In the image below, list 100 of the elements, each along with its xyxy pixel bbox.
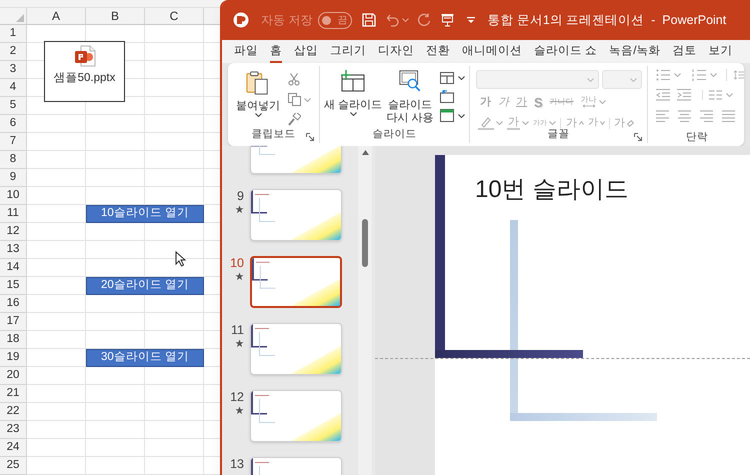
caret-icon bbox=[350, 112, 356, 116]
layout-icon bbox=[440, 72, 454, 84]
row-header[interactable]: 18 bbox=[0, 331, 27, 349]
slide-title: 10번 슬라이드 bbox=[475, 175, 628, 205]
row-header[interactable]: 13 bbox=[0, 241, 27, 259]
customize-toolbar-icon[interactable] bbox=[467, 16, 476, 24]
row-header[interactable]: 9 bbox=[0, 169, 27, 187]
window-title: 통합 문서1의 프레젠테이션 - PowerPoint bbox=[487, 12, 726, 29]
mouse-pointer-icon bbox=[175, 251, 186, 267]
paste-button[interactable]: 붙여넣기 bbox=[234, 70, 282, 126]
eraser-icon bbox=[627, 120, 634, 126]
caret-icon bbox=[549, 121, 556, 125]
row-header[interactable]: 25 bbox=[0, 457, 27, 475]
slide-number: 12 bbox=[230, 390, 244, 404]
reset-icon[interactable] bbox=[440, 90, 454, 103]
up-chevron-icon bbox=[579, 121, 584, 125]
ribbon-tab[interactable]: 디자인 bbox=[378, 42, 414, 63]
row-header[interactable]: 11 bbox=[0, 205, 27, 223]
bullets-icon bbox=[656, 69, 670, 81]
caret-icon bbox=[522, 121, 529, 125]
caret-icon bbox=[458, 76, 465, 80]
row-header[interactable]: 2 bbox=[0, 43, 27, 61]
ribbon-tab[interactable]: 검토 bbox=[672, 42, 696, 63]
scrollbar-thumb[interactable] bbox=[362, 219, 368, 267]
row-header[interactable]: 14 bbox=[0, 259, 27, 277]
group-label: 글꼴 bbox=[548, 128, 570, 142]
row-header[interactable]: 17 bbox=[0, 313, 27, 331]
macro-button[interactable]: 30슬라이드 열기 bbox=[86, 349, 204, 367]
group-label: 단락 bbox=[686, 130, 708, 146]
slide-number: 9 bbox=[237, 189, 244, 203]
row-header[interactable]: 20 bbox=[0, 367, 27, 385]
autosave-label: 자동 저장 bbox=[261, 12, 312, 29]
row-header[interactable]: 23 bbox=[0, 421, 27, 439]
row-header[interactable]: 1 bbox=[0, 25, 27, 43]
column-header[interactable]: C bbox=[145, 8, 204, 24]
slide-thumbnail[interactable] bbox=[250, 256, 342, 308]
caret-icon bbox=[726, 93, 733, 97]
caret-icon bbox=[598, 100, 606, 104]
dialog-launcher-icon[interactable] bbox=[306, 133, 314, 141]
app-logo-icon[interactable] bbox=[233, 12, 249, 28]
macro-button[interactable]: 10슬라이드 열기 bbox=[86, 205, 204, 223]
group-label: 슬라이드 bbox=[372, 127, 416, 142]
row-header[interactable]: 8 bbox=[0, 151, 27, 169]
new-slide-icon bbox=[340, 70, 366, 92]
row-header[interactable]: 16 bbox=[0, 295, 27, 313]
macro-button[interactable]: 20슬라이드 열기 bbox=[86, 277, 204, 295]
slide-number: 13 bbox=[230, 457, 244, 471]
layout-button[interactable] bbox=[440, 72, 465, 84]
dialog-launcher-icon[interactable] bbox=[634, 133, 642, 141]
down-chevron-icon bbox=[600, 121, 605, 125]
double-arrow-icon bbox=[582, 104, 595, 108]
copy-button[interactable] bbox=[288, 93, 311, 106]
caret-icon bbox=[630, 78, 637, 82]
row-header[interactable]: 10 bbox=[0, 187, 27, 205]
scroll-up-icon[interactable] bbox=[362, 150, 368, 155]
caret-icon bbox=[304, 98, 311, 102]
new-slide-button[interactable]: 새 슬라이드 bbox=[324, 70, 382, 125]
caret-icon bbox=[254, 113, 262, 117]
caret-icon bbox=[402, 18, 410, 22]
copy-icon bbox=[288, 93, 301, 106]
embedded-file[interactable]: 샘플50.pptx bbox=[44, 41, 125, 102]
ribbon-tab[interactable]: 보기 bbox=[708, 42, 732, 63]
presentation-icon[interactable] bbox=[441, 13, 454, 27]
row-header[interactable]: 21 bbox=[0, 385, 27, 403]
caret-icon bbox=[458, 114, 465, 118]
ribbon-tab[interactable]: 슬라이드 쇼 bbox=[534, 42, 598, 63]
cut-icon[interactable] bbox=[288, 73, 300, 86]
undo-icon bbox=[386, 13, 400, 27]
column-header[interactable]: B bbox=[86, 8, 145, 24]
row-header[interactable]: 6 bbox=[0, 115, 27, 133]
paste-icon bbox=[246, 70, 270, 96]
row-header[interactable]: 19 bbox=[0, 349, 27, 367]
row-header[interactable]: 22 bbox=[0, 403, 27, 421]
row-header[interactable]: 15 bbox=[0, 277, 27, 295]
section-icon bbox=[440, 109, 454, 122]
ribbon-tab[interactable]: 녹음/녹화 bbox=[609, 42, 660, 63]
reuse-slides-icon bbox=[399, 70, 421, 92]
group-label: 클립보드 bbox=[252, 127, 296, 142]
row-header[interactable]: 4 bbox=[0, 79, 27, 97]
numbering-icon bbox=[692, 69, 706, 81]
select-all-icon[interactable] bbox=[16, 14, 24, 22]
row-header[interactable]: 24 bbox=[0, 439, 27, 457]
redo-icon[interactable] bbox=[417, 13, 432, 27]
row-header[interactable]: 3 bbox=[0, 61, 27, 79]
caret-icon bbox=[674, 73, 681, 77]
row-header[interactable]: 5 bbox=[0, 97, 27, 115]
format-painter-icon[interactable] bbox=[288, 113, 301, 126]
undo-button[interactable] bbox=[386, 13, 410, 27]
presentation-file-icon bbox=[74, 45, 96, 67]
column-header[interactable]: A bbox=[27, 8, 86, 24]
ribbon-tab[interactable]: 애니메이션 bbox=[462, 42, 522, 63]
section-button[interactable] bbox=[440, 109, 465, 122]
row-header[interactable]: 7 bbox=[0, 133, 27, 151]
row-header[interactable]: 12 bbox=[0, 223, 27, 241]
ribbon-tab[interactable]: 전환 bbox=[426, 42, 450, 63]
ribbon-tab[interactable]: 그리기 bbox=[330, 42, 366, 63]
save-icon[interactable] bbox=[362, 13, 376, 27]
ribbon-tab[interactable]: 파일 bbox=[234, 42, 258, 63]
reuse-slides-button[interactable]: 슬라이드 다시 사용 bbox=[385, 70, 435, 125]
ribbon-tab[interactable]: 삽입 bbox=[294, 42, 318, 63]
